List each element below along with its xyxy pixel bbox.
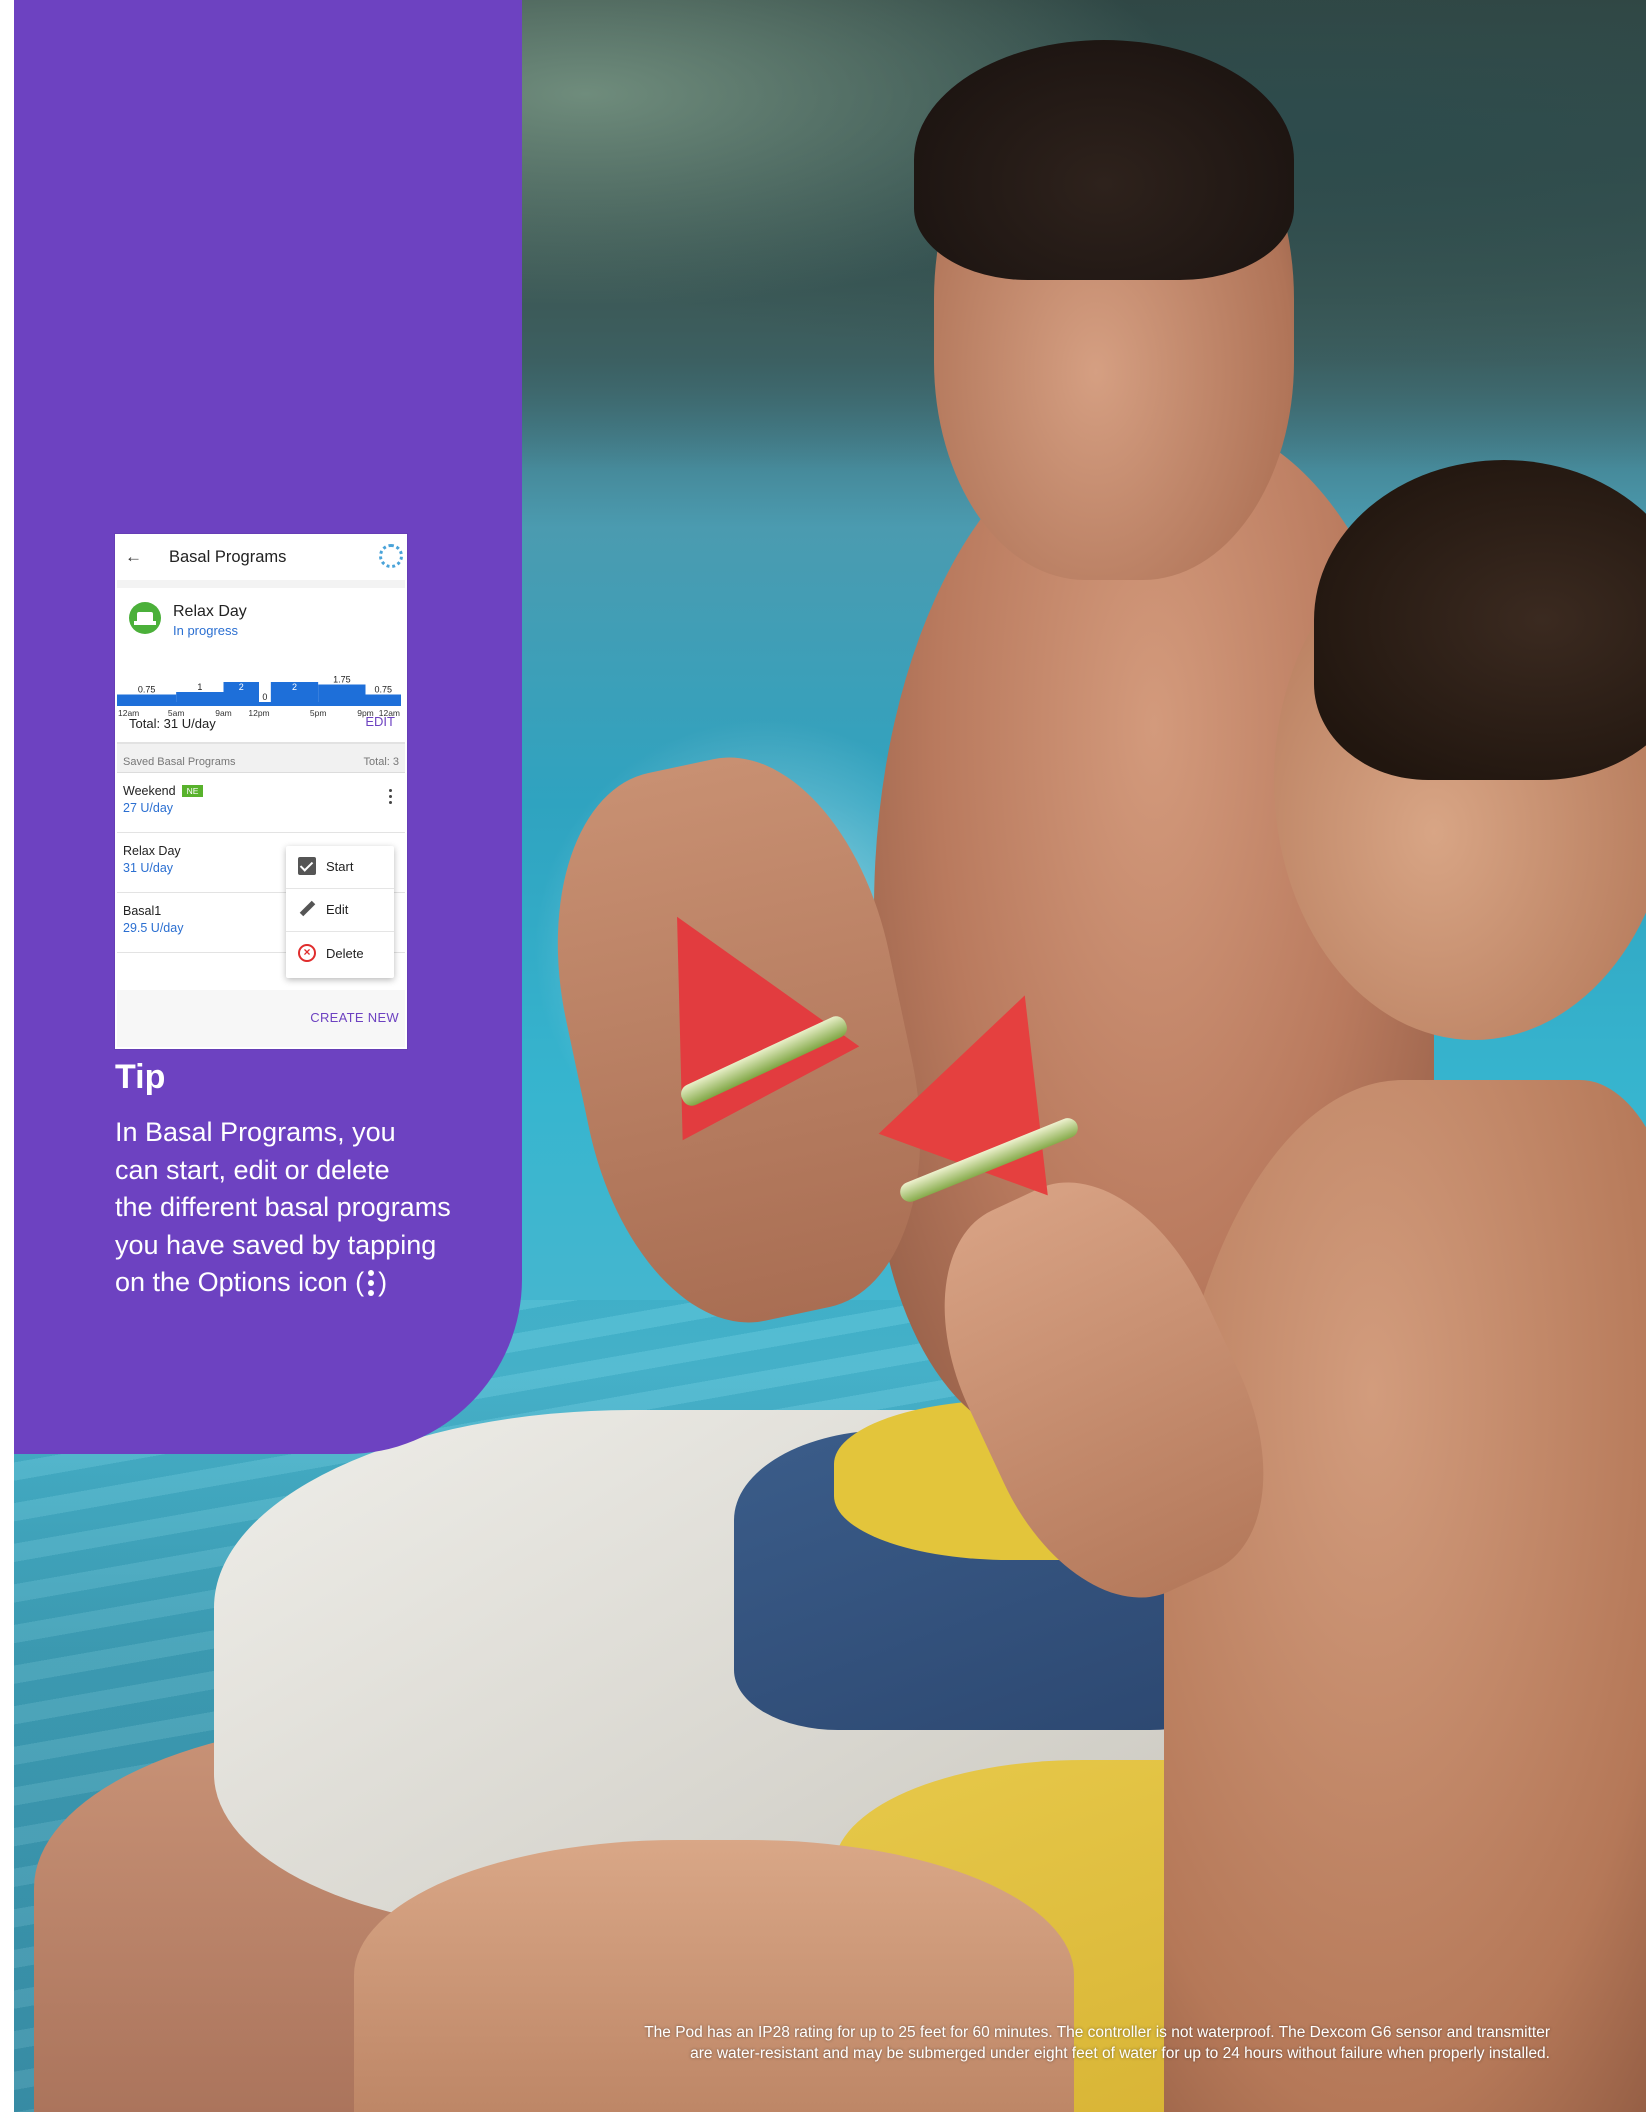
chart-bar-label-5: 1.75 <box>333 675 351 685</box>
options-kebab-icon[interactable] <box>383 789 397 811</box>
program-total: 29.5 U/day <box>123 921 184 935</box>
checkbox-icon <box>298 857 316 875</box>
chart-bar-1 <box>176 692 224 702</box>
disclaimer-line-1: The Pod has an IP28 rating for up to 25 … <box>644 2024 1550 2041</box>
program-total: 31 U/day <box>123 861 174 875</box>
program-total: 27 U/day <box>123 801 174 815</box>
basal-program-icon <box>129 602 161 634</box>
chart-bar-0 <box>117 694 177 702</box>
delete-circle-icon: × <box>298 944 316 962</box>
program-name: Relax Day <box>123 844 181 858</box>
man-hair <box>914 40 1294 280</box>
menu-item-label: Delete <box>326 946 364 961</box>
tip-title: Tip <box>115 1058 166 1096</box>
section-divider <box>117 742 405 752</box>
menu-item-delete[interactable]: × Delete <box>286 933 394 975</box>
tip-line-prefix: on the Options icon ( <box>115 1267 365 1298</box>
tip-line: the different basal programs <box>115 1192 451 1223</box>
saved-programs-total: Total: 3 <box>363 756 399 768</box>
menu-item-edit[interactable]: Edit <box>286 889 394 932</box>
active-program-name: Relax Day <box>173 603 247 620</box>
boy-leg <box>354 1840 1074 2112</box>
tip-body: In Basal Programs, you can start, edit o… <box>115 1114 495 1302</box>
chart-bar-label-2: 2 <box>239 682 244 692</box>
app-header: ← Basal Programs <box>117 536 405 582</box>
program-name: Basal1 <box>123 904 162 918</box>
arrow-left-icon[interactable]: ← <box>125 548 147 566</box>
tip-line-last: on the Options icon () <box>115 1264 495 1302</box>
menu-item-label: Start <box>326 859 354 874</box>
program-name: Weekend NE <box>123 784 204 798</box>
saved-programs-label: Saved Basal Programs <box>123 756 236 768</box>
phone-screenshot: ← Basal Programs Relax Day In progress 0… <box>115 534 407 1049</box>
basal-program-icon-top <box>137 612 153 621</box>
disclaimer-text: The Pod has an IP28 rating for up to 25 … <box>490 2022 1550 2064</box>
tip-line: you have saved by tapping <box>115 1229 437 1260</box>
chart-bar-label-4: 2 <box>292 682 297 692</box>
create-new-button[interactable]: CREATE NEW <box>310 1010 399 1025</box>
disclaimer-line-2: are water-resistant and may be submerged… <box>690 2045 1550 2062</box>
tip-line-suffix: ) <box>378 1267 388 1298</box>
loading-spinner-icon <box>379 544 403 568</box>
active-program-total: Total: 31 U/day <box>129 716 216 731</box>
tip-line: In Basal Programs, you <box>115 1117 396 1147</box>
edit-program-button[interactable]: EDIT <box>365 714 395 729</box>
header-divider <box>117 580 405 588</box>
basal-rate-chart: 0.75 1 2021.750.7512am 5am 9am 12pm 5pm 9pm 12am <box>117 675 401 718</box>
menu-item-label: Edit <box>326 902 349 917</box>
boy-torso <box>1164 1080 1646 2112</box>
chart-bar-label-0: 0.75 <box>138 685 156 695</box>
chart-baseline <box>117 702 401 706</box>
basal-program-icon-base <box>134 621 156 625</box>
chart-bar-5 <box>318 684 366 702</box>
new-badge: NE <box>181 785 204 797</box>
chart-bar-label-3: 0 <box>262 692 267 702</box>
pencil-icon <box>298 900 316 918</box>
tip-line: can start, edit or delete <box>115 1154 390 1185</box>
saved-programs-header: Saved Basal Programs Total: 3 <box>117 752 405 773</box>
chart-bar-6 <box>365 694 401 702</box>
chart-bar-label-1: 1 <box>197 682 202 692</box>
menu-item-start[interactable]: Start <box>286 846 394 889</box>
page-title: Basal Programs <box>169 548 287 566</box>
chart-tick-label-4: 5pm <box>310 708 327 718</box>
boy-hair <box>1314 460 1646 780</box>
active-program-status: In progress <box>173 623 239 638</box>
list-item[interactable]: Weekend NE 27 U/day <box>117 773 405 833</box>
chart-tick-label-2: 9am <box>215 708 232 718</box>
chart-tick-label-3: 12pm <box>248 708 269 718</box>
kebab-menu-icon <box>364 1270 378 1297</box>
chart-bar-label-6: 0.75 <box>374 685 392 695</box>
options-menu: Start Edit × Delete <box>286 846 394 978</box>
